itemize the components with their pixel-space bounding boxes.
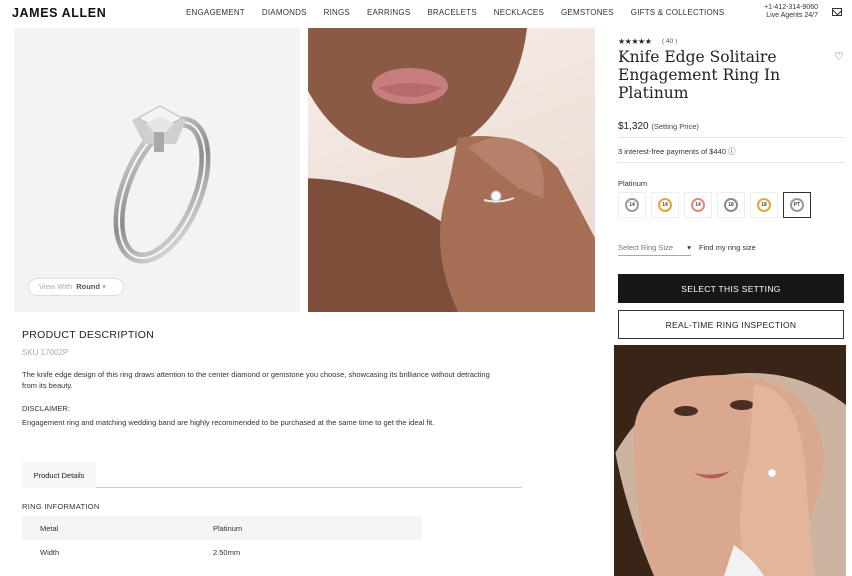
table-row: Metal Platinum — [22, 516, 422, 540]
ring-size-select[interactable]: Select Ring Size — [618, 243, 691, 256]
review-count[interactable]: ( 40 ) — [662, 38, 677, 45]
table-cell-key: Metal — [40, 523, 59, 533]
phone-number: +1-412-314-9060 — [764, 4, 818, 11]
lifestyle-image-portrait[interactable] — [614, 345, 846, 576]
metal-swatch-platinum[interactable]: PT — [783, 192, 811, 218]
nav-gifts-collections[interactable]: GIFTS & COLLECTIONS — [631, 8, 725, 17]
metal-ring-icon: 14 — [691, 198, 705, 212]
price-note: (Setting Price) — [651, 122, 699, 131]
metal-ring-icon: 14 — [658, 198, 672, 212]
price-value: $1,320 — [618, 121, 649, 132]
table-cell-value: 2.50mm — [213, 547, 241, 557]
ring-illustration — [113, 105, 211, 264]
disclaimer-label: DISCLAIMER: — [22, 404, 70, 413]
metal-swatch-18-yellow[interactable]: 18 — [750, 192, 778, 218]
tab-product-details[interactable]: Product Details — [22, 462, 96, 488]
price: $1,320 (Setting Price) — [618, 121, 699, 132]
table-cell-key: Width — [40, 547, 60, 557]
metal-ring-icon: PT — [790, 198, 804, 212]
details-tabs: Product Details — [22, 462, 522, 488]
view-with-label: View With — [39, 282, 73, 291]
nav-necklaces[interactable]: NECKLACES — [494, 8, 544, 17]
metal-swatch-14-rose[interactable]: 14 — [684, 192, 712, 218]
mail-icon[interactable] — [832, 8, 842, 16]
nav-gemstones[interactable]: GEMSTONES — [561, 8, 614, 17]
ring-information-heading: RING INFORMATION — [22, 502, 100, 511]
select-setting-button[interactable]: SELECT THIS SETTING — [618, 274, 844, 303]
metal-ring-icon: 18 — [724, 198, 738, 212]
metal-swatches: 14 14 14 18 18 PT — [618, 192, 816, 218]
metal-swatch-14-white[interactable]: 14 — [618, 192, 646, 218]
ring-info-table: Metal Platinum Width 2.50mm — [22, 516, 422, 564]
nav-diamonds[interactable]: DIAMONDS — [262, 8, 307, 17]
main-nav: ENGAGEMENT DIAMONDS RINGS EARRINGS BRACE… — [186, 8, 741, 17]
heart-icon[interactable]: ♡ — [834, 50, 844, 63]
brand-logo[interactable]: JAMES ALLEN — [12, 6, 106, 20]
phone-subtext: Live Agents 24/7 — [766, 12, 818, 19]
portrait-photo — [614, 345, 846, 576]
phone-contact[interactable]: +1-412-314-9060 Live Agents 24/7 — [764, 4, 818, 20]
lifestyle-image-hand[interactable] — [308, 28, 595, 312]
site-header: JAMES ALLEN ENGAGEMENT DIAMONDS RINGS EA… — [0, 0, 852, 28]
disclaimer-text: Engagement ring and matching wedding ban… — [22, 418, 435, 427]
product-title: Knife Edge Solitaire Engagement Ring In … — [618, 48, 781, 102]
product-image-main[interactable]: View With Round ▾ — [14, 28, 300, 312]
metal-swatch-14-yellow[interactable]: 14 — [651, 192, 679, 218]
metal-swatch-18-white[interactable]: 18 — [717, 192, 745, 218]
sku: SKU 17002P — [22, 348, 69, 357]
product-description-heading: PRODUCT DESCRIPTION — [22, 329, 155, 341]
nav-bracelets[interactable]: BRACELETS — [427, 8, 476, 17]
table-row: Width 2.50mm — [22, 540, 422, 564]
lifestyle-photo — [308, 28, 595, 312]
divider — [618, 162, 844, 163]
metal-ring-icon: 14 — [625, 198, 639, 212]
metal-ring-icon: 18 — [757, 198, 771, 212]
ring-inspection-button[interactable]: REAL-TIME RING INSPECTION — [618, 310, 844, 339]
nav-earrings[interactable]: EARRINGS — [367, 8, 410, 17]
table-cell-value: Platinum — [213, 523, 243, 533]
product-description-text: The knife edge design of this ring draws… — [22, 370, 490, 390]
find-ring-size-link[interactable]: Find my ring size — [699, 243, 756, 252]
view-with-value: Round — [76, 282, 100, 291]
view-with-selector[interactable]: View With Round ▾ — [28, 278, 124, 296]
nav-rings[interactable]: RINGS — [324, 8, 350, 17]
chevron-down-icon: ▾ — [102, 282, 106, 291]
nav-engagement[interactable]: ENGAGEMENT — [186, 8, 245, 17]
divider — [618, 137, 844, 138]
installment-info[interactable]: 3 interest-free payments of $440 ⓘ — [618, 146, 736, 157]
rating-stars[interactable]: ★★★★★ — [618, 37, 652, 46]
metal-label: Platinum — [618, 179, 648, 188]
